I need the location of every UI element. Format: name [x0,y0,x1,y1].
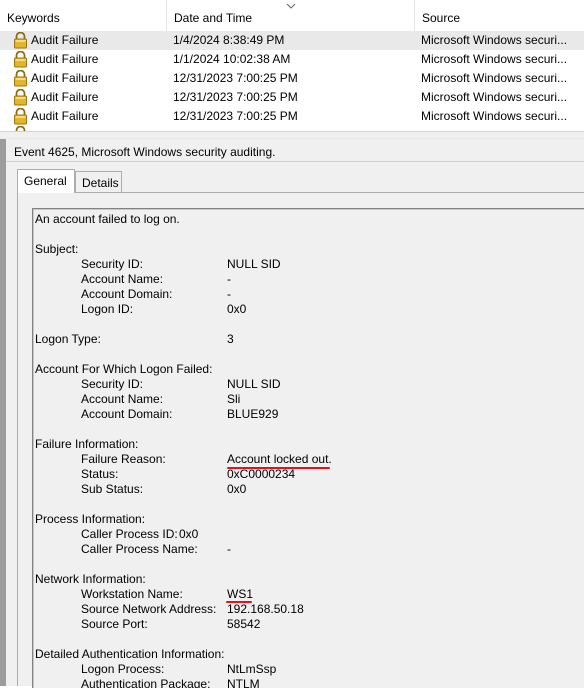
pane-splitter[interactable] [0,131,584,139]
field-label: Security ID: [81,377,144,391]
field-value: 3 [227,332,234,346]
source-cell: Microsoft Windows securi... [421,33,568,47]
padlock-icon [14,89,27,106]
field-value: 58542 [227,617,261,631]
field-label: Sub Status: [81,482,144,496]
keywords-cell: Audit Failure [31,71,99,85]
date-time-cell: 12/31/2023 7:00:25 PM [173,109,298,123]
source-cell: Microsoft Windows securi... [421,90,568,104]
field-value: 192.168.50.18 [227,602,304,616]
field-label: Authentication Package: [81,677,211,688]
field-label: Logon Type: [35,332,101,346]
field-label: Failure Reason: [81,452,166,466]
date-time-cell: 12/31/2023 7:00:25 PM [173,71,298,85]
tab-details[interactable]: Details [75,171,122,193]
field-label: Caller Process Name: [81,542,198,556]
field-value: NULL SID [227,377,281,391]
date-time-cell: 12/31/2023 7:00:25 PM [173,90,298,104]
field-label: Source Port: [81,617,148,631]
field-value: - [227,272,231,286]
field-label: Logon ID: [81,302,134,316]
workstation-name-value: WS1 [227,587,254,601]
event-list: Keywords Date and Time Source Audit Fail… [0,0,584,131]
field-value: 0x0 [227,302,247,316]
field-label: Account Domain: [81,407,173,421]
field-label: Logon Process: [81,662,165,676]
padlock-icon [14,32,27,49]
source-cell: Microsoft Windows securi... [421,109,568,123]
field-label: Source Network Address: [81,602,217,616]
field-label: Security ID: [81,257,144,271]
chevron-down-icon [286,3,296,9]
general-tab-panel: An account failed to log on. Subject: Se… [17,192,584,688]
section-heading: Account For Which Logon Failed: [35,362,213,376]
event-message-box[interactable]: An account failed to log on. Subject: Se… [32,208,584,688]
table-row[interactable]: Audit Failure 12/31/2023 7:00:25 PM Micr… [0,107,584,126]
message-intro: An account failed to log on. [35,212,180,226]
column-header-source[interactable]: Source [415,0,584,31]
padlock-icon [14,70,27,87]
section-heading: Detailed Authentication Information: [35,647,225,661]
section-heading: Subject: [35,242,79,256]
field-value: NtLmSsp [227,662,277,676]
field-value: NULL SID [227,257,281,271]
field-value: - [227,287,231,301]
padlock-icon [14,108,27,125]
field-value: Sli [227,392,241,406]
keywords-cell: Audit Failure [31,90,99,104]
section-heading: Network Information: [35,572,146,586]
field-label: Account Name: [81,272,164,286]
keywords-cell: Audit Failure [31,109,99,123]
event-title: Event 4625, Microsoft Windows security a… [14,145,276,159]
padlock-icon [14,51,27,68]
failure-reason-value: Account locked out. [227,452,332,466]
event-rows: Audit Failure 1/4/2024 8:38:49 PM Micros… [0,31,584,126]
source-cell: Microsoft Windows securi... [421,52,568,66]
date-time-cell: 1/1/2024 10:02:38 AM [173,52,291,66]
field-value: BLUE929 [227,407,279,421]
table-row[interactable]: Audit Failure 1/1/2024 10:02:38 AM Micro… [0,50,584,69]
table-row[interactable]: Audit Failure 12/31/2023 7:00:25 PM Micr… [0,88,584,107]
field-label: Account Name: [81,392,164,406]
field-value: NTLM [227,677,260,688]
field-value: 0x0 [227,482,247,496]
column-header-keywords[interactable]: Keywords [0,0,167,31]
table-row[interactable]: Audit Failure 1/4/2024 8:38:49 PM Micros… [0,31,584,50]
field-label: Account Domain: [81,287,173,301]
field-value: - [227,542,231,556]
tab-general[interactable]: General [17,169,75,193]
keywords-cell: Audit Failure [31,52,99,66]
section-heading: Failure Information: [35,437,139,451]
field-label: Caller Process ID: [81,527,178,541]
table-row[interactable]: Audit Failure 12/31/2023 7:00:25 PM Micr… [0,69,584,88]
field-label: Status: [81,467,119,481]
event-detail-pane: Event 4625, Microsoft Windows security a… [0,139,584,688]
field-label: Workstation Name: [81,587,183,601]
divider [6,161,584,162]
field-value: 0x0 [179,527,199,541]
source-cell: Microsoft Windows securi... [421,71,568,85]
section-heading: Process Information: [35,512,146,526]
list-header: Keywords Date and Time Source [0,0,584,32]
keywords-cell: Audit Failure [31,33,99,47]
date-time-cell: 1/4/2024 8:38:49 PM [173,33,285,47]
field-value: 0xC0000234 [227,467,296,481]
